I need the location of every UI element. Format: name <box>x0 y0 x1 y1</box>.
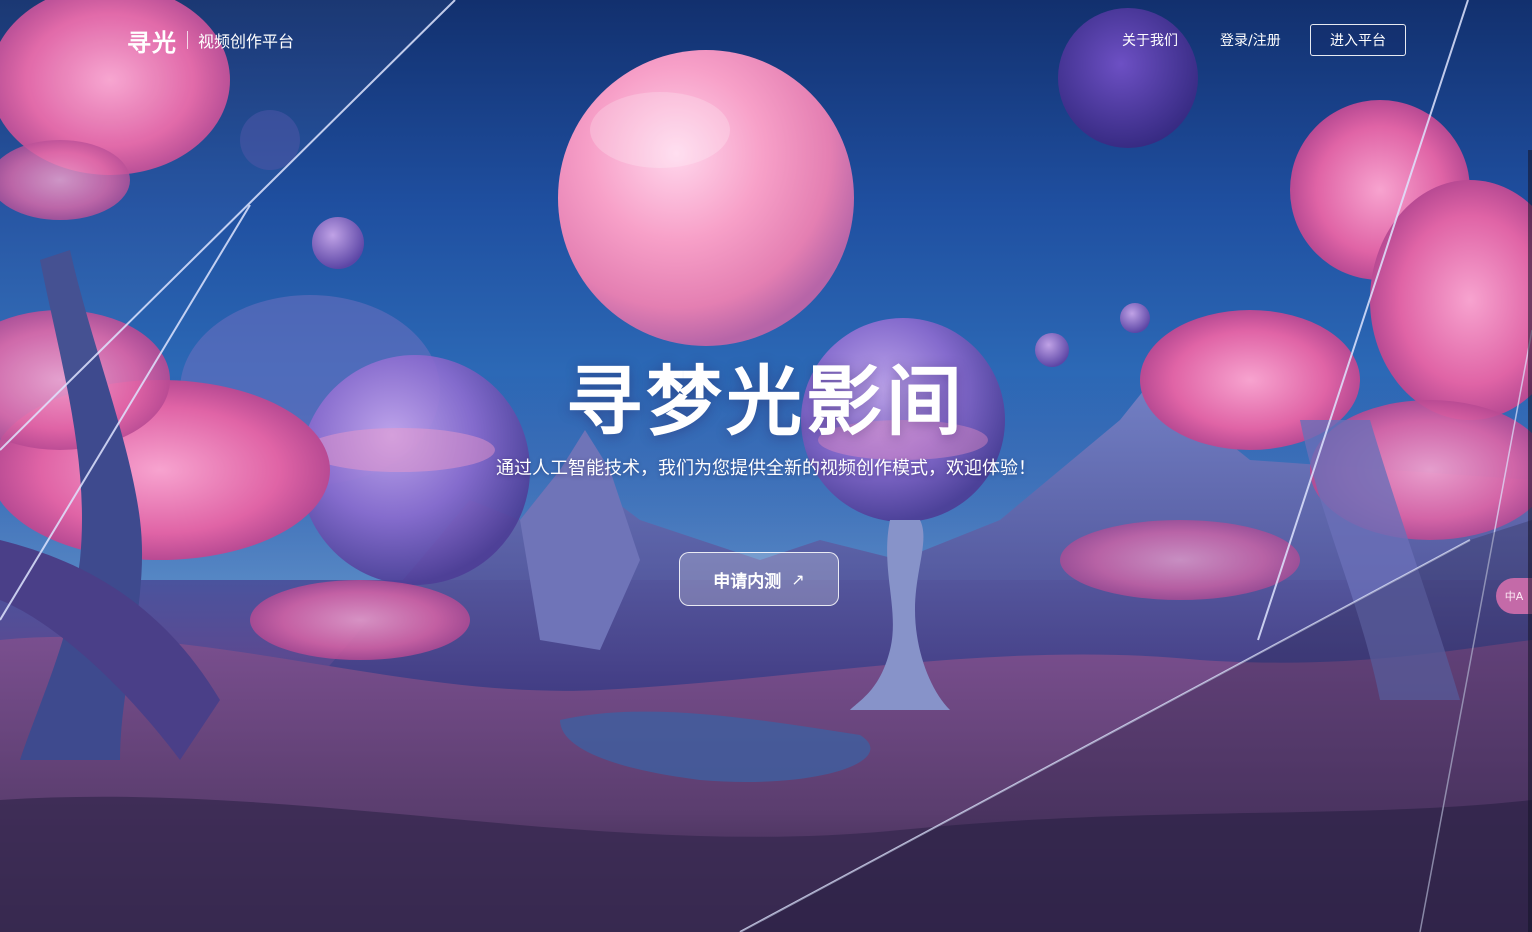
brand-subtitle: 视频创作平台 <box>198 32 295 51</box>
hero-subtitle: 通过人工智能技术，我们为您提供全新的视频创作模式，欢迎体验！ <box>496 458 1036 479</box>
translate-label: 中A <box>1504 590 1524 603</box>
enter-platform-button[interactable]: 进入平台 <box>1310 24 1406 56</box>
brand-logo[interactable]: 寻光 <box>127 23 177 58</box>
nav-about-link[interactable]: 关于我们 <box>1122 30 1178 50</box>
hero-background: 寻光 视频创作平台 关于我们 登录/注册 进入平台 寻梦光影间 通过人工智能技术… <box>0 0 1532 932</box>
hero-title: 寻梦光影间 <box>566 357 966 446</box>
apply-beta-button[interactable]: 申请内测 ↗ <box>679 552 839 606</box>
brand[interactable]: 寻光 视频创作平台 <box>127 23 295 58</box>
arrow-up-right-icon: ↗ <box>791 569 805 589</box>
translate-icon[interactable]: 中A <box>1496 578 1532 614</box>
brand-divider <box>187 31 188 49</box>
top-nav-bar: 寻光 视频创作平台 关于我们 登录/注册 进入平台 <box>0 0 1532 80</box>
apply-beta-label: 申请内测 <box>713 571 782 592</box>
nav-login-link[interactable]: 登录/注册 <box>1220 30 1281 50</box>
scrollbar[interactable] <box>1528 150 1532 932</box>
